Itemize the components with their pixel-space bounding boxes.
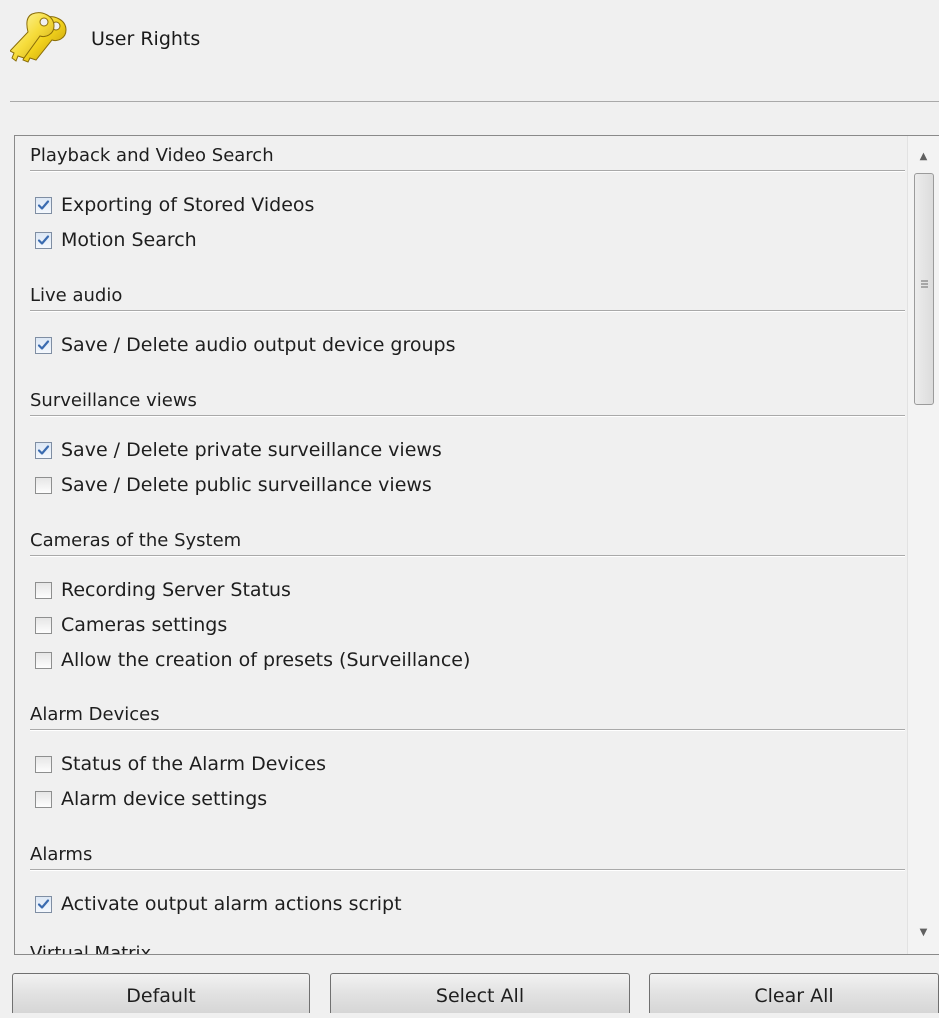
permission-label: Activate output alarm actions script bbox=[61, 893, 402, 915]
permission-item[interactable]: Save / Delete public surveillance views bbox=[35, 468, 432, 502]
permission-item[interactable]: Exporting of Stored Videos bbox=[35, 188, 314, 222]
vertical-scrollbar[interactable]: ▲ ▼ bbox=[907, 136, 939, 954]
checkbox-checked[interactable] bbox=[35, 441, 52, 459]
header: User Rights bbox=[0, 0, 939, 102]
permission-item[interactable]: Status of the Alarm Devices bbox=[35, 747, 326, 781]
permission-label: Motion Search bbox=[61, 229, 197, 251]
permission-item[interactable]: Cameras settings bbox=[35, 608, 227, 642]
section-header: Playback and Video Search bbox=[30, 141, 905, 171]
permission-label: Exporting of Stored Videos bbox=[61, 194, 315, 216]
section-header: Cameras of the System bbox=[30, 526, 905, 556]
select-all-button[interactable]: Select All bbox=[330, 973, 630, 1013]
checkmark-icon bbox=[37, 234, 50, 245]
permission-item[interactable]: Alarm device settings bbox=[35, 782, 267, 816]
checkbox-checked[interactable] bbox=[35, 196, 52, 214]
rights-list-panel[interactable]: Playback and Video Search Exporting of St… bbox=[14, 135, 939, 955]
section-title: Cameras of the System bbox=[30, 530, 242, 551]
section-title: Virtual Matrix bbox=[30, 943, 152, 955]
permission-item[interactable]: Recording Server Status bbox=[35, 573, 291, 607]
permission-label: Alarm device settings bbox=[61, 788, 268, 810]
checkbox-unchecked[interactable] bbox=[35, 651, 52, 669]
permission-label: Recording Server Status bbox=[61, 579, 291, 601]
section-header: Live audio bbox=[30, 281, 905, 311]
clear-all-button[interactable]: Clear All bbox=[649, 973, 939, 1013]
keys-icon bbox=[10, 12, 67, 63]
section-header: Virtual Matrix bbox=[30, 939, 905, 955]
section-title: Alarm Devices bbox=[30, 704, 160, 725]
checkmark-icon bbox=[37, 444, 50, 455]
scroll-up-arrow-icon[interactable]: ▲ bbox=[908, 142, 939, 172]
checkbox-checked[interactable] bbox=[35, 895, 52, 913]
section-header: Alarm Devices bbox=[30, 700, 905, 730]
section-header: Surveillance views bbox=[30, 386, 905, 416]
checkmark-icon bbox=[37, 199, 50, 210]
permission-item[interactable]: Motion Search bbox=[35, 223, 197, 257]
section-header: Alarms bbox=[30, 840, 905, 870]
checkbox-unchecked[interactable] bbox=[35, 755, 52, 773]
checkbox-checked[interactable] bbox=[35, 336, 52, 354]
rights-list: Playback and Video Search Exporting of St… bbox=[15, 136, 908, 954]
scroll-thumb[interactable] bbox=[914, 173, 934, 405]
grip-icon bbox=[921, 280, 928, 288]
section-title: Live audio bbox=[30, 285, 123, 306]
checkbox-unchecked[interactable] bbox=[35, 616, 52, 634]
permission-label: Save / Delete audio output device groups bbox=[61, 334, 456, 356]
header-divider bbox=[10, 101, 939, 102]
section-title: Playback and Video Search bbox=[30, 145, 274, 166]
permission-label: Save / Delete private surveillance views bbox=[61, 439, 442, 461]
permission-item[interactable]: Allow the creation of presets (Surveilla… bbox=[35, 643, 470, 677]
scroll-down-arrow-icon[interactable]: ▼ bbox=[908, 918, 939, 948]
checkbox-unchecked[interactable] bbox=[35, 790, 52, 808]
permission-item[interactable]: Activate output alarm actions script bbox=[35, 887, 402, 921]
checkmark-icon bbox=[37, 898, 50, 909]
permission-label: Cameras settings bbox=[61, 614, 228, 636]
checkbox-unchecked[interactable] bbox=[35, 581, 52, 599]
permission-item[interactable]: Save / Delete audio output device groups bbox=[35, 328, 456, 362]
permission-label: Status of the Alarm Devices bbox=[61, 753, 326, 775]
permission-item[interactable]: Save / Delete private surveillance views bbox=[35, 433, 442, 467]
section-title: Alarms bbox=[30, 844, 93, 865]
default-button[interactable]: Default bbox=[12, 973, 310, 1013]
section-title: Surveillance views bbox=[30, 390, 197, 411]
permission-label: Save / Delete public surveillance views bbox=[61, 474, 432, 496]
checkbox-unchecked[interactable] bbox=[35, 476, 52, 494]
permission-label: Allow the creation of presets (Surveilla… bbox=[61, 649, 471, 671]
checkbox-checked[interactable] bbox=[35, 231, 52, 249]
checkmark-icon bbox=[37, 339, 50, 350]
page-title: User Rights bbox=[91, 28, 201, 50]
